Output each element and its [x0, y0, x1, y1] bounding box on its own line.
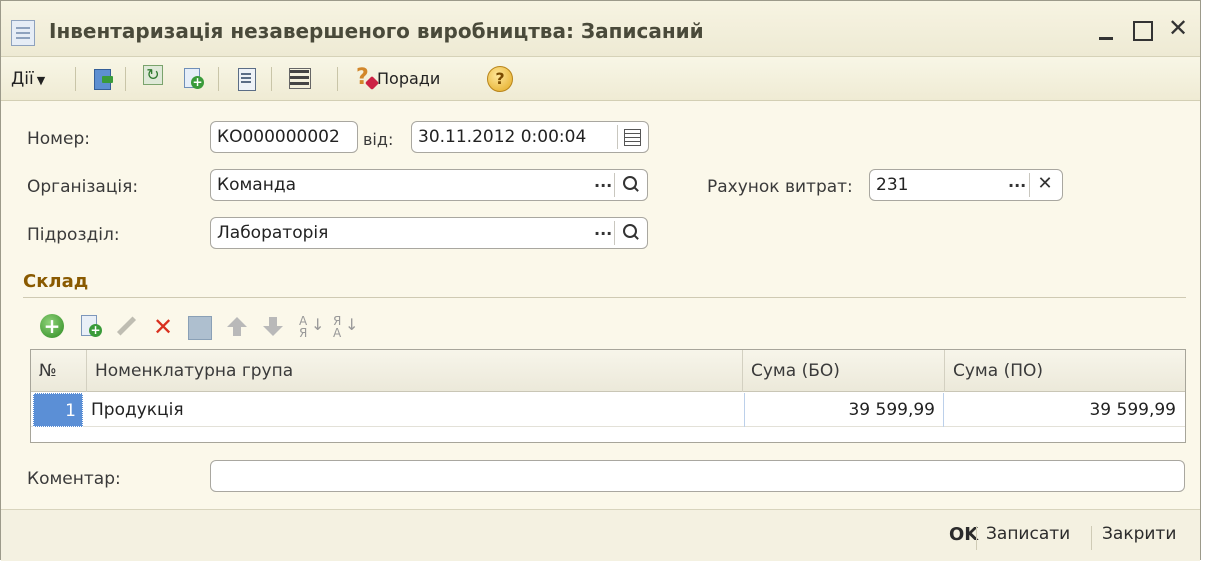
field-separator [614, 221, 615, 245]
tips-icon[interactable] [355, 65, 379, 91]
organization-label: Організація: [27, 177, 139, 197]
title-bar: Інвентаризація незавершеного виробництва… [1, 1, 1200, 57]
sort-descending-icon[interactable]: Я A ↓ [329, 313, 358, 341]
field-separator [1029, 173, 1030, 197]
footer-separator [1091, 526, 1092, 550]
save-button[interactable]: Записати [986, 524, 1070, 544]
end-edit-icon[interactable] [185, 313, 213, 341]
move-up-icon[interactable] [223, 313, 251, 341]
toolbar-separator [271, 67, 272, 91]
date-field[interactable]: 30.11.2012 0:00:04 [411, 121, 649, 153]
move-down-icon[interactable] [259, 313, 287, 341]
division-label: Підрозділ: [27, 225, 120, 245]
organization-value: Команда [217, 175, 296, 195]
number-field[interactable]: КО000000002 [210, 121, 358, 153]
number-label: Номер: [27, 129, 90, 149]
section-divider [23, 297, 1186, 298]
copy-row-icon[interactable] [77, 313, 105, 341]
dropdown-caret-icon: ▼ [36, 74, 46, 87]
toolbar: Дії▼ Поради ? [1, 57, 1200, 101]
actions-menu-label: Дії [11, 69, 34, 89]
comment-label: Коментар: [27, 469, 121, 489]
footer-bar: OK Записати Закрити [1, 509, 1200, 561]
column-header-group[interactable]: Номенклатурна група [87, 350, 743, 392]
toolbar-separator [125, 67, 126, 91]
footer-separator [976, 526, 977, 550]
document-structure-icon[interactable] [234, 67, 258, 91]
refresh-icon[interactable] [141, 65, 165, 91]
document-window: Інвентаризація незавершеного виробництва… [0, 0, 1201, 561]
edit-row-icon[interactable] [113, 313, 141, 341]
organization-select-button[interactable] [590, 169, 614, 199]
minimize-button[interactable] [1091, 13, 1121, 43]
field-separator [614, 173, 615, 197]
division-select-button[interactable] [590, 217, 614, 247]
field-separator [617, 125, 618, 149]
toolbar-separator [75, 67, 76, 91]
table-row[interactable]: 1 Продукція 39 599,99 39 599,99 [31, 393, 1185, 427]
help-icon[interactable]: ? [487, 66, 513, 92]
column-header-sum-bo[interactable]: Сума (БО) [743, 350, 945, 392]
date-label: від: [363, 130, 394, 149]
sum-bo-cell[interactable]: 39 599,99 [744, 393, 944, 427]
list-icon[interactable] [287, 67, 311, 91]
division-value: Лабораторія [217, 223, 329, 243]
cost-account-label: Рахунок витрат: [707, 177, 853, 197]
document-icon [11, 20, 35, 46]
column-header-number[interactable]: № [31, 350, 87, 392]
division-field[interactable]: Лабораторія [210, 217, 648, 249]
calendar-icon[interactable] [620, 123, 644, 151]
cost-account-select-button[interactable] [1004, 169, 1028, 199]
date-value: 30.11.2012 0:00:04 [418, 127, 587, 147]
sort-ascending-icon[interactable]: A Я ↓ [295, 313, 324, 341]
toolbar-separator [218, 67, 219, 91]
cost-account-value: 231 [876, 175, 909, 195]
ok-button[interactable]: OK [949, 524, 978, 545]
move-icon[interactable] [91, 67, 115, 91]
window-title: Інвентаризація незавершеного виробництва… [49, 19, 704, 43]
add-row-icon[interactable] [39, 313, 67, 341]
section-title: Склад [23, 271, 89, 292]
maximize-button[interactable] [1126, 13, 1156, 43]
division-search-icon[interactable] [618, 219, 642, 247]
row-number-cell[interactable]: 1 [33, 393, 83, 427]
delete-row-icon[interactable]: ✕ [149, 313, 177, 341]
organization-search-icon[interactable] [618, 171, 642, 199]
toolbar-separator [337, 67, 338, 91]
sum-po-cell[interactable]: 39 599,99 [946, 393, 1178, 427]
tips-button-label[interactable]: Поради [377, 65, 440, 93]
composition-table: № Номенклатурна група Сума (БО) Сума (ПО… [30, 349, 1186, 443]
group-cell[interactable]: Продукція [91, 393, 184, 427]
actions-menu-button[interactable]: Дії ▼ [11, 65, 45, 93]
column-header-sum-po[interactable]: Сума (ПО) [945, 350, 1185, 392]
clear-icon[interactable]: ✕ [1033, 171, 1057, 199]
organization-field[interactable]: Команда [210, 169, 648, 201]
close-button[interactable]: Закрити [1102, 524, 1176, 544]
close-window-button[interactable]: ✕ [1163, 13, 1193, 43]
copy-icon[interactable] [181, 67, 205, 91]
table-header: № Номенклатурна група Сума (БО) Сума (ПО… [31, 350, 1185, 392]
comment-field[interactable] [210, 460, 1185, 492]
